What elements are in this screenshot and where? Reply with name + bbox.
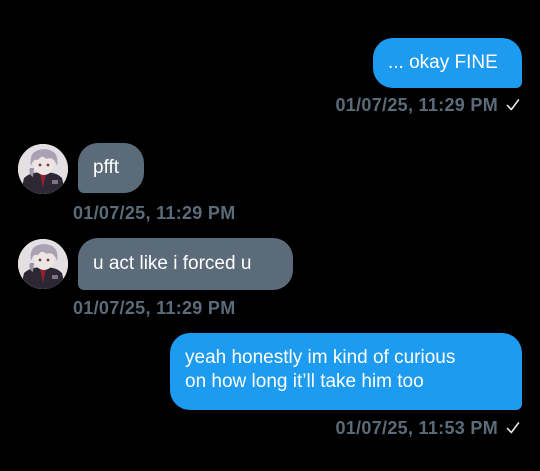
message-bubble-sent[interactable]: ... okay FINE (373, 38, 522, 88)
message-bubble-received[interactable]: pfft (78, 143, 144, 193)
checkmark-icon (506, 422, 520, 434)
message-timestamp: 01/07/25, 11:29 PM (73, 298, 236, 318)
message-bubble-received[interactable]: u act like i forced u (78, 238, 293, 290)
message-timestamp: 01/07/25, 11:53 PM (335, 418, 498, 438)
avatar[interactable] (18, 239, 68, 289)
message-text-line: on how long it’ll take him too (185, 371, 424, 392)
avatar[interactable] (18, 144, 68, 194)
avatar-image (18, 239, 68, 289)
checkmark-icon (506, 99, 520, 111)
message-text: pfft (93, 157, 120, 178)
message-meta: 01/07/25, 11:29 PM (335, 95, 520, 116)
message-meta: 01/07/25, 11:29 PM (73, 298, 236, 319)
message-meta: 01/07/25, 11:53 PM (335, 418, 520, 439)
message-timestamp: 01/07/25, 11:29 PM (335, 95, 498, 115)
avatar-image (18, 144, 68, 194)
message-bubble-sent[interactable]: yeah honestly im kind of curious on how … (170, 333, 522, 410)
message-text: ... okay FINE (388, 52, 498, 73)
message-meta: 01/07/25, 11:29 PM (73, 203, 236, 224)
message-text: u act like i forced u (93, 253, 252, 274)
message-timestamp: 01/07/25, 11:29 PM (73, 203, 236, 223)
message-text-line: yeah honestly im kind of curious (185, 347, 456, 368)
